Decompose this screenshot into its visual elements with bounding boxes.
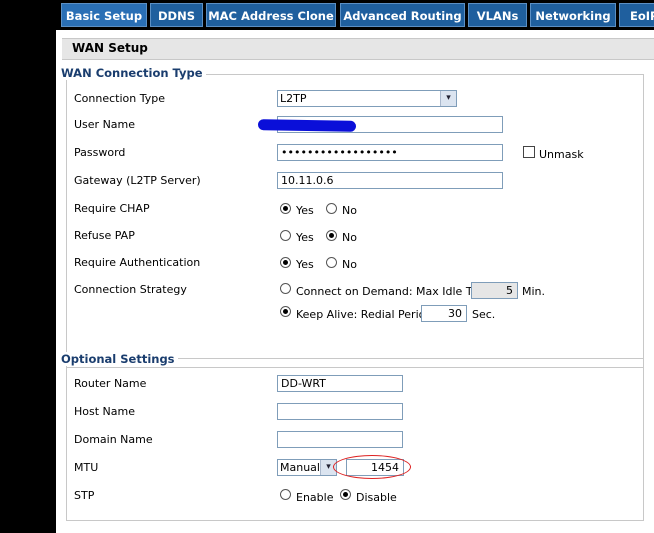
connection-strategy-label: Connection Strategy: [74, 283, 187, 296]
tab-mac-address-clone[interactable]: MAC Address Clone: [206, 3, 336, 27]
optional-settings-legend: Optional Settings: [58, 352, 178, 366]
idle-unit-label: Min.: [522, 285, 546, 298]
require-chap-yes-label: Yes: [296, 204, 314, 217]
connect-on-demand-label: Connect on Demand: Max Idle Time: [296, 285, 493, 298]
tab-basic-setup[interactable]: Basic Setup: [61, 3, 147, 27]
stp-label: STP: [74, 489, 95, 502]
gateway-input[interactable]: 10.11.0.6: [277, 172, 503, 189]
redial-unit-label: Sec.: [472, 308, 496, 321]
refuse-pap-yes-radio[interactable]: [280, 230, 291, 241]
refuse-pap-no-label: No: [342, 231, 357, 244]
domain-name-input[interactable]: [277, 431, 403, 448]
host-name-label: Host Name: [74, 405, 135, 418]
router-name-label: Router Name: [74, 377, 147, 390]
unmask-label: Unmask: [539, 148, 584, 161]
router-name-input[interactable]: DD-WRT: [277, 375, 403, 392]
stp-disable-radio[interactable]: [340, 489, 351, 500]
password-input[interactable]: ••••••••••••••••••: [277, 144, 503, 161]
require-auth-label: Require Authentication: [74, 256, 201, 269]
tab-eoip[interactable]: EoIP: [619, 3, 654, 27]
wan-setup-title: WAN Setup: [72, 41, 148, 55]
wan-setup-header: WAN Setup: [62, 38, 654, 60]
unmask-checkbox[interactable]: [523, 146, 535, 158]
tab-advanced-routing[interactable]: Advanced Routing: [340, 3, 465, 27]
require-auth-no-radio[interactable]: [326, 257, 337, 268]
redial-period-input[interactable]: 30: [421, 305, 467, 322]
refuse-pap-label: Refuse PAP: [74, 229, 135, 242]
stp-disable-label: Disable: [356, 491, 397, 504]
connection-type-value: L2TP: [280, 92, 307, 105]
require-chap-label: Require CHAP: [74, 202, 150, 215]
mtu-annotation-circle: [333, 455, 411, 479]
refuse-pap-yes-label: Yes: [296, 231, 314, 244]
require-chap-yes-radio[interactable]: [280, 203, 291, 214]
user-name-label: User Name: [74, 118, 136, 131]
require-auth-yes-radio[interactable]: [280, 257, 291, 268]
stp-enable-label: Enable: [296, 491, 334, 504]
connection-type-label: Connection Type: [74, 92, 166, 105]
keep-alive-label: Keep Alive: Redial Period: [296, 308, 433, 321]
wan-connection-legend: WAN Connection Type: [58, 66, 206, 80]
tab-networking[interactable]: Networking: [530, 3, 616, 27]
stp-enable-radio[interactable]: [280, 489, 291, 500]
mtu-mode-select[interactable]: Manual ▾: [277, 459, 337, 476]
mtu-label: MTU: [74, 461, 99, 474]
tab-vlans[interactable]: VLANs: [468, 3, 527, 27]
tab-bar: Basic Setup DDNS MAC Address Clone Advan…: [0, 0, 654, 30]
require-chap-no-radio[interactable]: [326, 203, 337, 214]
gateway-label: Gateway (L2TP Server): [74, 174, 201, 187]
refuse-pap-no-radio[interactable]: [326, 230, 337, 241]
require-auth-no-label: No: [342, 258, 357, 271]
require-chap-no-label: No: [342, 204, 357, 217]
keep-alive-radio[interactable]: [280, 306, 291, 317]
redaction-scribble: [257, 119, 357, 132]
password-label: Password: [74, 146, 126, 159]
max-idle-time-input[interactable]: 5: [471, 282, 518, 299]
require-auth-yes-label: Yes: [296, 258, 314, 271]
connection-type-select[interactable]: L2TP ▾: [277, 90, 457, 107]
host-name-input[interactable]: [277, 403, 403, 420]
connect-on-demand-radio[interactable]: [280, 283, 291, 294]
chevron-down-icon: ▾: [440, 91, 456, 106]
domain-name-label: Domain Name: [74, 433, 153, 446]
tab-ddns[interactable]: DDNS: [150, 3, 203, 27]
mtu-mode-value: Manual: [280, 461, 320, 474]
